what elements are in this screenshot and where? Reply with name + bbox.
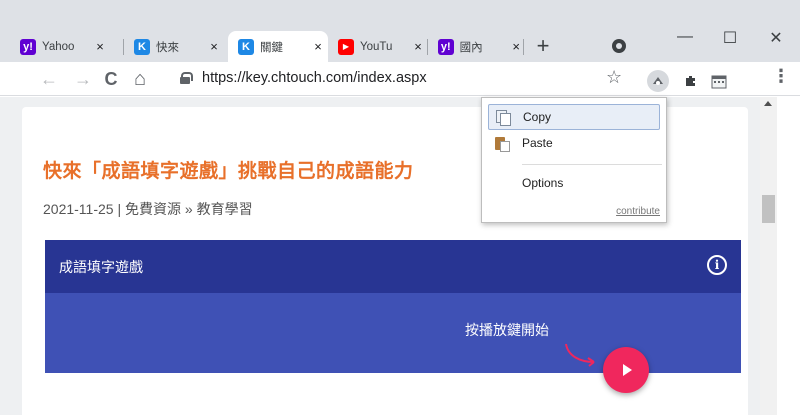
tab-chtouch-active[interactable]: K 關鍵 ×	[228, 31, 328, 62]
yahoo-icon: y!	[438, 38, 454, 55]
category-breadcrumb[interactable]: 免費資源 » 教育學習	[125, 201, 253, 217]
yahoo-icon: y!	[20, 38, 36, 55]
start-hint-text: 按播放鍵開始	[465, 322, 549, 338]
tab-title: Yahoo	[42, 40, 75, 53]
browser-window: y! Yahoo × K 快來 × K 關鍵 × ▶ YouTu × y! 國內…	[0, 0, 800, 415]
tab-close-icon[interactable]: ×	[310, 39, 326, 54]
browser-menu-icon[interactable]: ⋮	[772, 66, 790, 87]
menu-divider	[522, 164, 662, 165]
tab-divider	[523, 39, 524, 55]
home-button[interactable]: ⌂	[129, 67, 151, 91]
copy-paste-extension-icon[interactable]	[647, 70, 669, 92]
article-meta: 2021-11-25 | 免費資源 » 教育學習	[43, 199, 253, 219]
minimize-button[interactable]: —	[675, 28, 695, 46]
game-header: 成語填字遊戲 i	[45, 240, 741, 293]
tab-close-icon[interactable]: ×	[92, 39, 108, 54]
calendar-extension-icon[interactable]	[708, 70, 730, 92]
tab-title: 國內	[459, 41, 483, 54]
chtouch-icon: K	[238, 38, 254, 55]
copy-menu-item[interactable]: Copy	[488, 104, 660, 130]
address-bar[interactable]: https://key.chtouch.com/index.aspx ☆	[158, 66, 640, 92]
tab-title: 快來	[156, 41, 179, 54]
play-icon	[623, 364, 632, 376]
reload-button[interactable]: C	[100, 67, 122, 91]
media-control-icon[interactable]	[612, 39, 626, 53]
contribute-link[interactable]: contribute	[616, 206, 660, 217]
close-window-button[interactable]: ✕	[766, 28, 786, 48]
new-tab-button[interactable]: +	[529, 31, 557, 62]
page-scrollbar[interactable]	[760, 97, 777, 415]
copy-label: Copy	[523, 110, 552, 124]
youtube-icon: ▶	[338, 38, 354, 55]
url-text[interactable]: https://key.chtouch.com/index.aspx	[202, 70, 427, 86]
scroll-thumb[interactable]	[762, 195, 775, 223]
article-title[interactable]: 快來「成語填字遊戲」挑戰自己的成語能力	[43, 156, 414, 183]
tab-strip: y! Yahoo × K 快來 × K 關鍵 × ▶ YouTu × y! 國內…	[0, 0, 800, 62]
bookmark-star-icon[interactable]: ☆	[606, 67, 622, 88]
tab-youtube[interactable]: ▶ YouTu ×	[328, 31, 428, 62]
tab-yahoo-news[interactable]: y! 國內 ×	[428, 31, 524, 62]
options-label: Options	[522, 176, 564, 190]
paste-icon	[494, 135, 510, 152]
options-menu-item[interactable]: Options	[488, 170, 660, 196]
tab-yahoo[interactable]: y! Yahoo ×	[10, 31, 118, 62]
back-button[interactable]: ←	[38, 67, 60, 91]
tab-title: 關鍵	[260, 41, 283, 54]
info-icon[interactable]: i	[707, 255, 727, 275]
tab-close-icon[interactable]: ×	[508, 39, 524, 54]
copy-paste-context-menu: Copy Paste Options contribute	[481, 97, 667, 223]
play-button[interactable]	[603, 347, 649, 393]
lock-icon[interactable]	[180, 72, 193, 84]
chtouch-icon: K	[134, 38, 150, 55]
game-title: 成語填字遊戲	[59, 259, 143, 275]
scroll-up-arrow-icon[interactable]	[764, 101, 772, 106]
tab-close-icon[interactable]: ×	[206, 39, 222, 54]
meta-separator: |	[113, 201, 125, 217]
paste-menu-item[interactable]: Paste	[488, 130, 660, 156]
maximize-button[interactable]: ☐	[720, 28, 740, 48]
options-spacer	[494, 175, 510, 191]
extensions-puzzle-icon[interactable]	[680, 70, 702, 92]
article-date: 2021-11-25	[43, 201, 114, 217]
copy-icon	[495, 109, 511, 126]
forward-button[interactable]: →	[72, 67, 94, 91]
tab-close-icon[interactable]: ×	[410, 39, 426, 54]
tab-title: YouTu	[360, 40, 393, 53]
tab-chtouch-1[interactable]: K 快來 ×	[124, 31, 228, 62]
paste-label: Paste	[522, 136, 553, 150]
